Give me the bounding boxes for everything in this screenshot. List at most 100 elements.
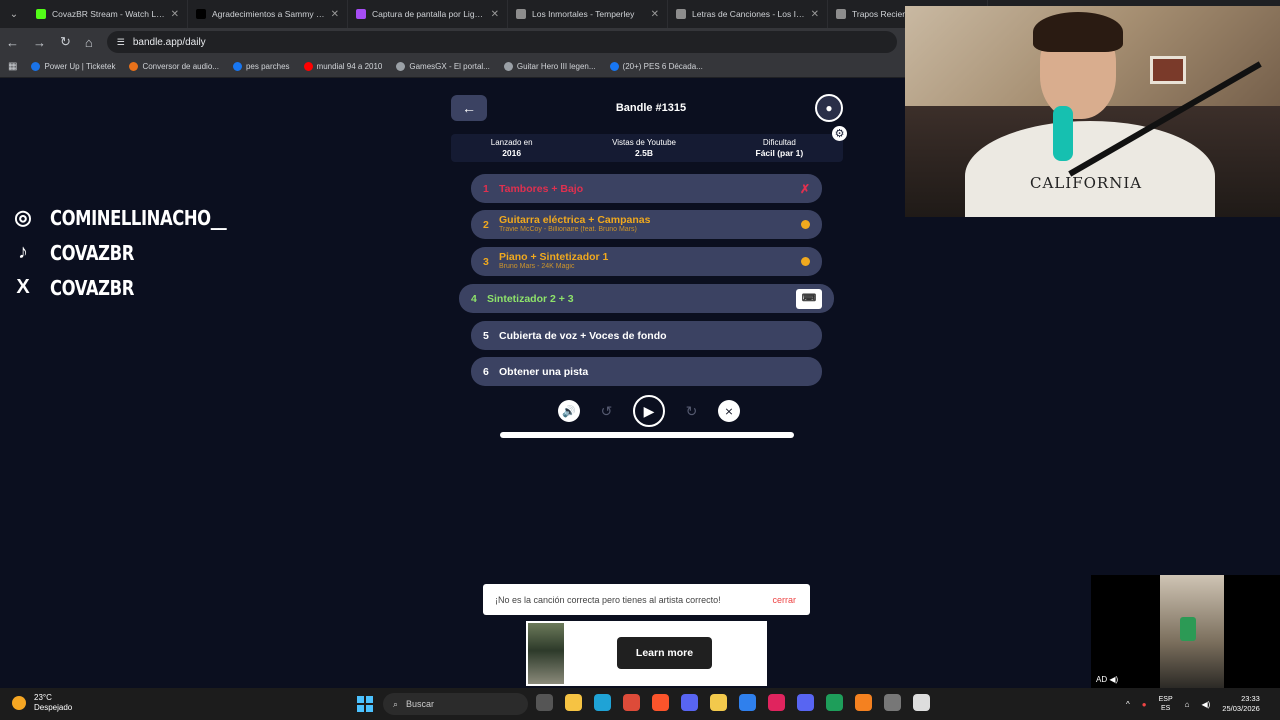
mini-volume-icon[interactable]: AD ◀) [1096,675,1118,684]
track-label: Sintetizador 2 + 3 [487,292,574,305]
windows-start-icon[interactable] [357,696,373,712]
x-icon: X [16,276,30,298]
volume-icon[interactable]: 🔊 [558,400,580,422]
user-profile-button[interactable]: ● [814,94,843,122]
chevron-up-icon[interactable]: ^ [1126,700,1130,709]
back-button[interactable]: ← [451,95,487,121]
bookmark-item[interactable]: pes parches [232,62,290,71]
obs-icon[interactable] [913,694,930,711]
clock[interactable]: 23:33 25/03/2026 [1222,694,1260,714]
close-icon[interactable]: ✕ [491,9,499,20]
track-number: 1 [483,182,489,195]
tab-search-icon[interactable]: ⌄ [0,0,28,28]
reload-icon[interactable]: ↻ [60,34,71,50]
browser-tab[interactable]: Los Inmortales - Temperley ✕ [508,0,668,28]
mic-icon[interactable]: ● [1142,700,1147,709]
taskbar: 23°C Despejado ⌕ Buscar ^ ● ESP ES ⌂ ◀) 23… [0,688,1280,720]
language-indicator[interactable]: ESP ES [1159,695,1173,713]
tab-title: Los Inmortales - Temperley [532,9,635,19]
waveform-icon[interactable] [826,694,843,711]
close-icon[interactable]: ✕ [171,9,179,20]
forward-5-icon[interactable]: ↻ [681,400,703,422]
ad-banner[interactable]: Learn more [526,621,767,686]
player-controls: 🔊 ↺ ▶ ↻ ⨯ [558,395,740,427]
ad-thumbnail[interactable] [528,623,564,684]
bookmark-item[interactable]: Guitar Hero III legen... [503,62,596,71]
toast-close-button[interactable]: cerrar [772,595,796,605]
close-icon[interactable]: ✕ [331,9,339,20]
volume-tray-icon[interactable]: ◀) [1201,700,1210,709]
bookmark-favicon-icon [129,62,139,71]
cloud-icon[interactable] [855,694,872,711]
microphone [1053,106,1073,161]
close-icon[interactable]: ✕ [811,9,819,20]
bookmark-item[interactable]: GamesGX - El portal... [396,62,490,71]
discord-icon[interactable] [797,694,814,711]
site-info-icon[interactable]: ☰ [117,37,125,48]
browser-tab[interactable]: Agradecimientos a Sammy por ✕ [188,0,348,28]
browser-tab[interactable]: Letras de Canciones - Los Inmo ✕ [668,0,828,28]
play-button[interactable]: ▶ [633,395,665,427]
forward-icon[interactable]: → [33,35,46,50]
skip-icon[interactable]: ⨯ [718,400,740,422]
tab-favicon-icon [356,9,366,19]
folder-icon[interactable] [710,694,727,711]
url-field[interactable]: ☰ bandle.app/daily [106,31,897,53]
stat-difficulty: Dificultad Fácil (par 1) [755,137,804,158]
bookmark-item[interactable]: mundial 94 a 2010 [303,62,382,71]
edge-icon[interactable] [594,694,611,711]
social-handle-row: X COVAZBR [10,270,265,305]
track-row-2[interactable]: 2 Guitarra eléctrica + Campanas Travie McC… [471,210,822,239]
bookmark-favicon-icon [232,62,242,71]
tab-favicon-icon [836,9,846,19]
track-row-1[interactable]: 1 Tambores + Bajo ✗ [471,174,822,203]
tab-favicon-icon [676,9,686,19]
home-icon[interactable]: ⌂ [85,35,93,50]
keyboard-icon[interactable]: ⌨ [796,288,822,309]
bookmark-item[interactable]: (20+) PES 6 Década... [609,62,703,71]
close-icon[interactable]: ✕ [651,9,659,20]
track-row-6[interactable]: 6 Obtener una pista [471,357,822,386]
mini-video-player[interactable]: AD ◀) [1091,575,1280,688]
track-number: 6 [483,365,489,378]
weather-widget[interactable]: 23°C Despejado [12,693,72,713]
bookmark-favicon-icon [303,62,313,71]
result-toast: ¡No es la canción correcta pero tienes a… [483,584,810,615]
track-row-4[interactable]: 4 Sintetizador 2 + 3 ⌨ [459,284,834,313]
social-handle: COVAZBR [50,240,134,265]
song-stats: Lanzado en 2016 Vistas de Youtube 2.5B Dif… [451,126,847,162]
task-view-icon[interactable] [536,694,553,711]
learn-more-button[interactable]: Learn more [617,637,712,669]
playback-progress-bar[interactable] [500,432,794,438]
track-number: 2 [483,218,489,231]
browser-tab[interactable]: CovazBR Stream - Watch Live o ✕ [28,0,188,28]
game-title: Bandle #1315 [615,102,687,114]
apps-icon[interactable]: ▦ [8,61,17,72]
track-label: Cubierta de voz + Voces de fondo [499,329,667,342]
arrow-left-icon: ← [462,100,476,116]
network-icon[interactable]: ⌂ [1185,700,1190,709]
track-row-3[interactable]: 3 Piano + Sintetizador 1 Bruno Mars - 24K … [471,247,822,276]
taskbar-search[interactable]: ⌕ Buscar [383,693,528,715]
gear-icon[interactable]: ⚙ [832,126,847,141]
bandle-game: ← Bandle #1315 ● Lanzado en 2016 Vistas d… [451,93,847,162]
tiktok-icon: ♪ [18,241,28,263]
user-icon: ● [825,101,833,115]
toast-message: ¡No es la canción correcta pero tienes a… [495,594,721,605]
brave-icon[interactable] [652,694,669,711]
browser-tab[interactable]: Captura de pantalla por Lightsh ✕ [348,0,508,28]
bookmark-favicon-icon [396,62,406,71]
bookmark-item[interactable]: Power Up | Ticketek [31,62,115,71]
chrome-icon[interactable] [623,694,640,711]
app-icon[interactable] [768,694,785,711]
track-row-5[interactable]: 5 Cubierta de voz + Voces de fondo [471,321,822,350]
vscode-icon[interactable] [739,694,756,711]
tab-title: Agradecimientos a Sammy por [212,9,325,19]
rewind-5-icon[interactable]: ↺ [596,400,618,422]
back-icon[interactable]: ← [6,35,19,50]
settings-icon[interactable] [884,694,901,711]
store-icon[interactable] [565,694,582,711]
tab-title: Captura de pantalla por Lightsh [372,9,485,19]
bookmark-item[interactable]: Conversor de audio... [129,62,219,71]
teams-icon[interactable] [681,694,698,711]
